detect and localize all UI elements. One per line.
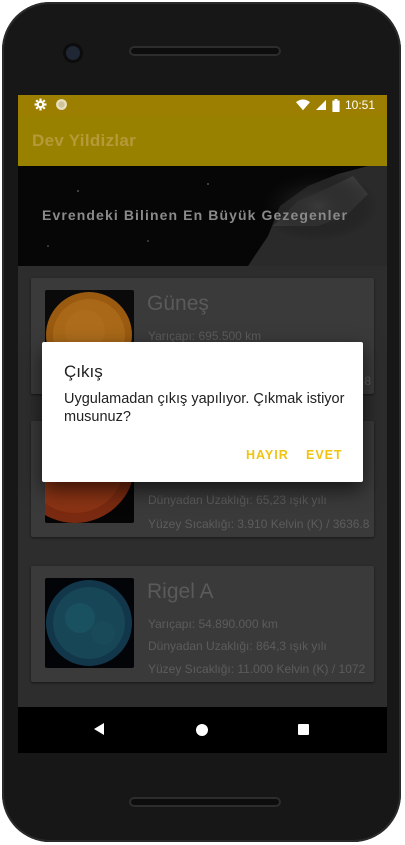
star-temperature: Yüzey Sıcaklığı: 11.000 Kelvin (K) / 107… [148, 662, 366, 676]
top-speaker [129, 46, 281, 56]
cell-signal-icon [315, 100, 326, 110]
star-card[interactable]: Rigel A Yarıçapı: 54.890.000 km Dünyadan… [31, 566, 374, 682]
wifi-icon [295, 99, 310, 111]
status-time: 10:51 [344, 98, 375, 112]
back-nav-icon[interactable] [94, 723, 104, 735]
star-radius: Yarıçapı: 54.890.000 km [148, 617, 278, 631]
star-name: Güneş [147, 292, 209, 315]
no-button[interactable]: HAYIR [246, 448, 289, 462]
exit-dialog: Çıkış Uygulamadan çıkış yapılıyor. Çıkma… [42, 342, 363, 482]
dialog-message: Uygulamadan çıkış yapılıyor. Çıkmak isti… [64, 391, 345, 425]
yes-button[interactable]: EVET [306, 448, 343, 462]
system-nav-bar [18, 707, 387, 753]
front-camera [66, 46, 80, 60]
dialog-title: Çıkış [64, 362, 103, 381]
star-list[interactable]: Güneş Yarıçapı: 695.500 km .8 Dünyadan U… [18, 266, 387, 707]
recent-apps-icon[interactable] [298, 724, 309, 735]
star-temperature: Yüzey Sıcaklığı: 3.910 Kelvin (K) / 3636… [148, 517, 370, 531]
app-title: Dev Yildizlar [32, 131, 137, 150]
bottom-speaker [129, 797, 281, 807]
home-nav-icon[interactable] [196, 724, 208, 736]
header-banner: Evrendeki Bilinen En Büyük Gezegenler [18, 166, 387, 266]
battery-icon [332, 98, 340, 112]
star-distance: Dünyadan Uzaklığı: 65,23 ışık yılı [148, 493, 327, 507]
banner-title: Evrendeki Bilinen En Büyük Gezegenler [42, 207, 349, 223]
notification-circle-icon [56, 99, 67, 110]
status-bar: 10:51 [18, 95, 387, 116]
rigel-star-image [45, 578, 134, 668]
app-bar: Dev Yildizlar [18, 116, 387, 166]
star-distance: Dünyadan Uzaklığı: 864,3 ışık yılı [148, 639, 327, 653]
star-radius: Yarıçapı: 695.500 km [148, 329, 262, 343]
star-name: Rigel A [147, 580, 214, 603]
settings-gear-icon [34, 98, 47, 111]
